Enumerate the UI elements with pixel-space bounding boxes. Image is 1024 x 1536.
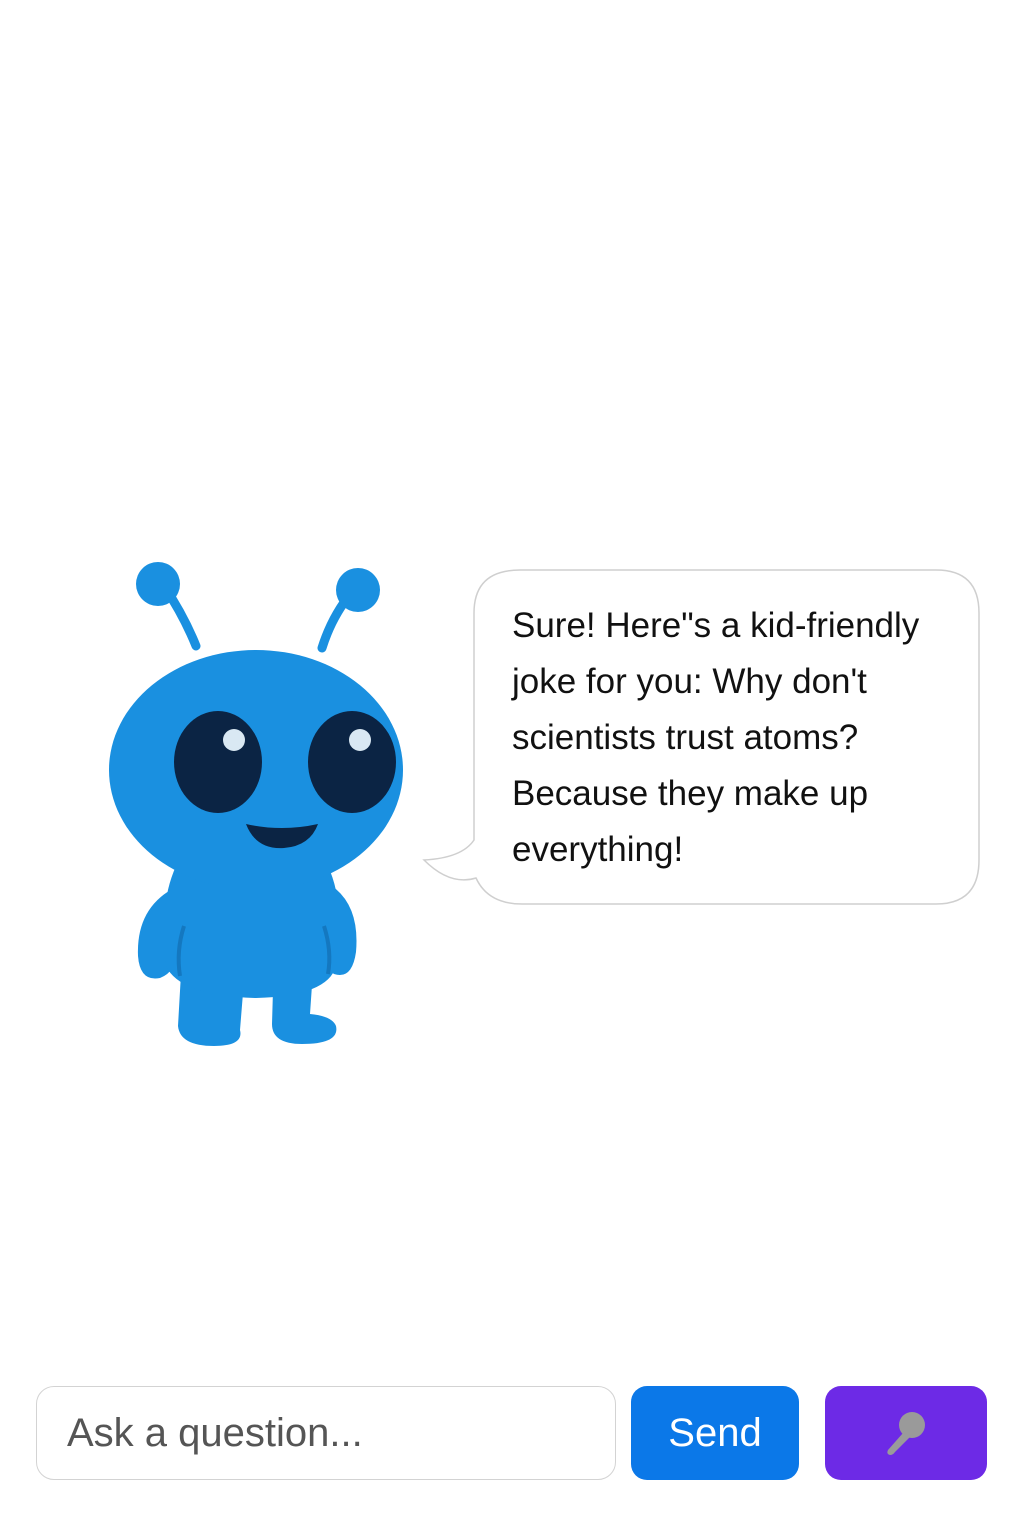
chat-reply-text: Sure! Here"s a kid-friendly joke for you… [512,606,920,869]
alien-mascot-illustration [109,562,403,1046]
question-input[interactable] [36,1386,616,1480]
composer-bar: Send [36,1386,988,1482]
alien-mascot [96,556,416,1056]
microphone-icon [887,1412,925,1455]
mic-button[interactable] [825,1386,987,1480]
chat-reply-bubble: Sure! Here"s a kid-friendly joke for you… [420,568,982,908]
send-button[interactable]: Send [631,1386,799,1480]
